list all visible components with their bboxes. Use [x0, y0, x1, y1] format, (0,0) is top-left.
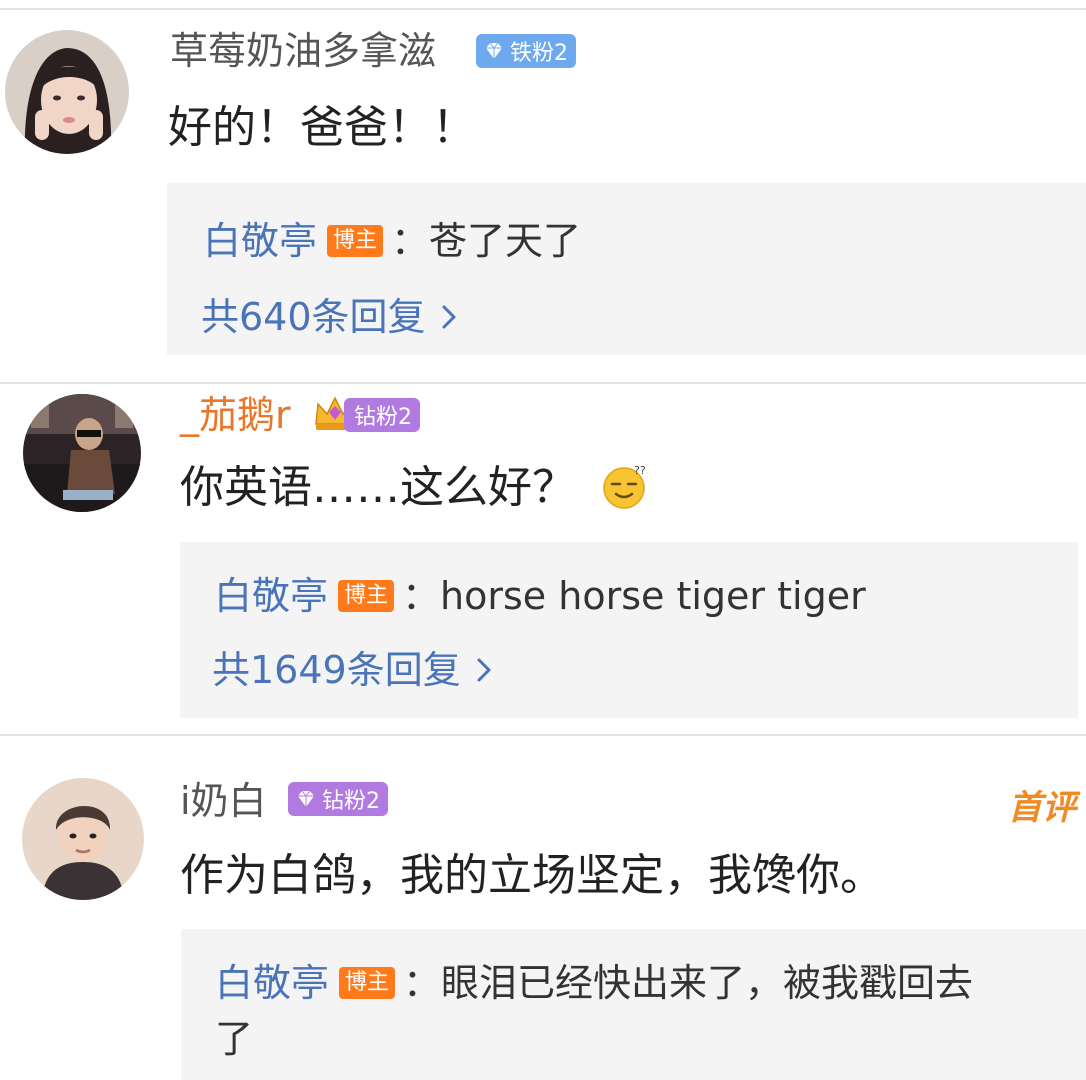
first-comment-tag: 首评 — [1008, 788, 1076, 828]
reply-text: horse horse tiger tiger — [440, 574, 866, 618]
reply-author[interactable]: 白敬亭 — [203, 217, 317, 265]
username[interactable]: _茄鹅r — [180, 392, 291, 438]
reply-separator: ： — [391, 219, 430, 263]
reply-count: 共1649条回复 — [212, 648, 461, 692]
chevron-right-icon — [477, 658, 491, 682]
avatar[interactable] — [22, 778, 144, 900]
reply-text-cont: 了 — [215, 1017, 254, 1061]
reply-count: 共640条回复 — [201, 295, 426, 339]
reply-author[interactable]: 白敬亭 — [214, 572, 328, 620]
reply-line: 白敬亭 博主 ： 苍了天了 — [203, 217, 581, 265]
svg-text:??: ?? — [634, 464, 646, 477]
reply-box[interactable]: 白敬亭 博主 ： 苍了天了 共640条回复 — [167, 183, 1086, 355]
comment-text-content: 你英语……这么好？ — [180, 462, 576, 513]
comment-text: 好的！爸爸！！ — [168, 102, 476, 153]
reply-line-cont: 了 — [215, 1015, 253, 1063]
reply-separator: ： — [402, 574, 441, 618]
comment-item: _茄鹅r 钻粉2 你英语……这么好？ ?? 白敬亭 博主 ： horse hor… — [0, 384, 1086, 734]
avatar[interactable] — [5, 30, 129, 154]
comment-item: i奶白 钻粉2 首评 作为白鸽，我的立场坚定，我馋你。 白敬亭 博主 ： 眼泪已… — [0, 736, 1086, 1080]
fan-badge: 铁粉2 — [476, 34, 576, 68]
fan-badge-label: 钻粉2 — [354, 405, 412, 430]
fan-badge: 钻粉2 — [288, 782, 388, 816]
reply-line: 白敬亭 博主 ： 眼泪已经快出来了，被我戳回去 — [215, 959, 973, 1007]
reply-text: 苍了天了 — [429, 219, 582, 263]
host-badge: 博主 — [339, 967, 396, 999]
diamond-icon — [298, 790, 314, 807]
host-badge: 博主 — [327, 225, 384, 257]
sweat-emoji-icon: ?? — [603, 464, 646, 509]
comment-text: 你英语……这么好？ ?? — [180, 462, 650, 514]
reply-line: 白敬亭 博主 ： horse horse tiger tiger — [214, 572, 866, 620]
username[interactable]: i奶白 — [180, 778, 267, 824]
reply-separator: ： — [403, 961, 442, 1005]
fan-badge-label: 钻粉2 — [322, 789, 380, 814]
username[interactable]: 草莓奶油多拿滋 — [170, 28, 436, 74]
reply-box[interactable]: 白敬亭 博主 ： horse horse tiger tiger 共1649条回… — [180, 542, 1078, 718]
reply-count-link[interactable]: 共640条回复 — [201, 293, 458, 341]
comment-item: 草莓奶油多拿滋 铁粉2 好的！爸爸！！ 白敬亭 博主 ： 苍了天了 共640条回… — [0, 0, 1086, 380]
reply-count-link[interactable]: 共1649条回复 — [212, 646, 493, 694]
comment-text: 作为白鸽，我的立场坚定，我馋你。 — [180, 850, 884, 901]
fan-badge-label: 铁粉2 — [510, 41, 568, 66]
diamond-icon — [486, 42, 502, 59]
fan-badge: 钻粉2 — [344, 398, 420, 432]
avatar[interactable] — [23, 394, 141, 512]
host-badge: 博主 — [338, 580, 395, 612]
reply-text: 眼泪已经快出来了，被我戳回去 — [441, 961, 974, 1005]
reply-box[interactable]: 白敬亭 博主 ： 眼泪已经快出来了，被我戳回去 了 — [181, 929, 1086, 1080]
chevron-right-icon — [442, 305, 456, 329]
reply-author[interactable]: 白敬亭 — [215, 959, 329, 1007]
